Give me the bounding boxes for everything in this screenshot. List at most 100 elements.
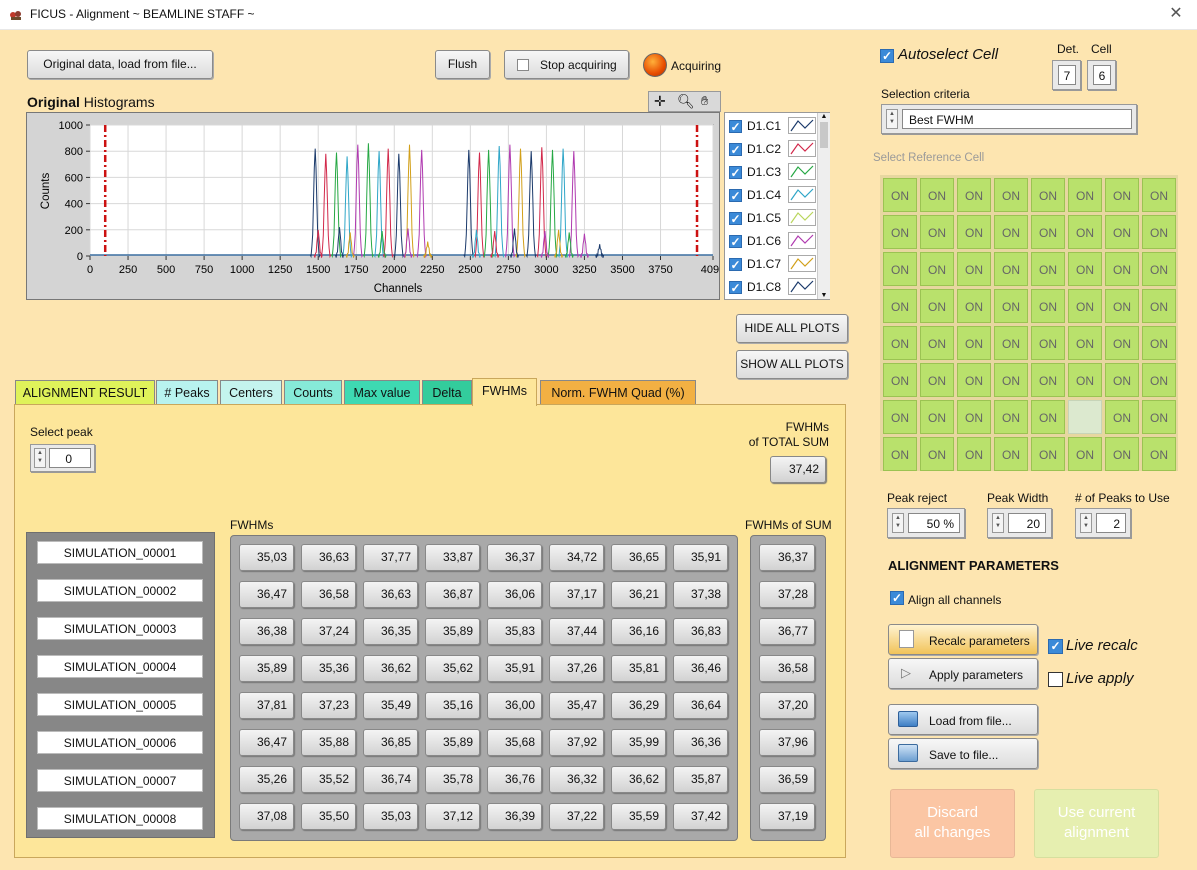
hide-all-plots-button[interactable]: HIDE ALL PLOTS [736,314,848,343]
legend-item[interactable]: D1.C5 [729,208,819,228]
tab-1[interactable]: # Peaks [156,380,218,405]
pan-hand-icon[interactable]: ✋︎ [701,93,708,109]
tab-5[interactable]: Delta [422,380,472,405]
tab-7[interactable]: Norm. FWHM Quad (%) [540,380,696,405]
reference-cell-toggle[interactable] [1068,400,1102,434]
reference-cell-toggle[interactable]: ON [883,178,917,212]
reference-cell-toggle[interactable]: ON [957,326,991,360]
selection-criteria-spinner[interactable]: ▲ ▼ [886,109,898,129]
legend-checkbox[interactable] [729,212,742,225]
reference-cell-toggle[interactable]: ON [1031,178,1065,212]
reference-cell-toggle[interactable]: ON [1105,215,1139,249]
peaks-to-use-control[interactable]: ▲ ▼ 2 [1075,508,1131,538]
reference-cell-toggle[interactable]: ON [1142,289,1176,323]
align-all-checkbox[interactable] [890,591,904,605]
live-recalc-checkbox[interactable] [1048,639,1063,654]
reference-cell-toggle[interactable]: ON [1105,400,1139,434]
reference-cell-toggle[interactable]: ON [1105,363,1139,397]
reference-cell-toggle[interactable]: ON [920,363,954,397]
reference-cell-toggle[interactable]: ON [1142,215,1176,249]
reference-cell-toggle[interactable]: ON [1068,289,1102,323]
reference-cell-toggle[interactable]: ON [994,289,1028,323]
tab-0[interactable]: ALIGNMENT RESULT [15,380,155,405]
stop-acquiring-button[interactable]: Stop acquiring [504,50,629,79]
reference-cell-toggle[interactable]: ON [920,215,954,249]
close-icon[interactable]: ✕ [1163,2,1189,26]
reference-cell-toggle[interactable]: ON [920,178,954,212]
reference-cell-toggle[interactable]: ON [957,400,991,434]
live-apply-checkbox[interactable] [1048,672,1063,687]
reference-cell-toggle[interactable]: ON [920,326,954,360]
legend-item[interactable]: D1.C2 [729,139,819,159]
legend-checkbox[interactable] [729,120,742,133]
reference-cell-toggle[interactable]: ON [1105,437,1139,471]
recalc-parameters-button[interactable]: Recalc parameters [888,624,1038,655]
reference-cell-toggle[interactable]: ON [1031,215,1065,249]
reference-cell-toggle[interactable]: ON [920,400,954,434]
tab-4[interactable]: Max value [344,380,420,405]
reference-cell-toggle[interactable]: ON [883,363,917,397]
reference-cell-toggle[interactable]: ON [957,178,991,212]
select-peak-input[interactable]: 0 [49,448,91,468]
reference-cell-toggle[interactable]: ON [1031,326,1065,360]
tab-3[interactable]: Counts [284,380,342,405]
legend-item[interactable]: D1.C6 [729,231,819,251]
show-all-plots-button[interactable]: SHOW ALL PLOTS [736,350,848,379]
use-current-alignment-button[interactable]: Use current alignment [1034,789,1159,858]
reference-cell-toggle[interactable]: ON [994,252,1028,286]
legend-item[interactable]: D1.C7 [729,254,819,274]
reference-cell-toggle[interactable]: ON [883,437,917,471]
reference-cell-toggle[interactable]: ON [994,215,1028,249]
reference-cell-toggle[interactable]: ON [1068,252,1102,286]
apply-parameters-button[interactable]: ▷ Apply parameters [888,658,1038,689]
reference-cell-toggle[interactable]: ON [994,437,1028,471]
reference-cell-toggle[interactable]: ON [994,326,1028,360]
reference-cell-toggle[interactable]: ON [1142,363,1176,397]
reference-cell-toggle[interactable]: ON [883,326,917,360]
reference-cell-toggle[interactable]: ON [1068,437,1102,471]
reference-cell-toggle[interactable]: ON [994,363,1028,397]
legend-item[interactable]: D1.C8 [729,277,819,297]
reference-cell-toggle[interactable]: ON [1105,289,1139,323]
legend-checkbox[interactable] [729,143,742,156]
peak-width-control[interactable]: ▲ ▼ 20 [987,508,1052,538]
tab-2[interactable]: Centers [220,380,282,405]
reference-cell-toggle[interactable]: ON [1068,215,1102,249]
reference-cell-toggle[interactable]: ON [957,363,991,397]
reference-cell-toggle[interactable]: ON [1031,252,1065,286]
peak-reject-control[interactable]: ▲ ▼ 50 % [887,508,965,538]
reference-cell-toggle[interactable]: ON [920,289,954,323]
legend-checkbox[interactable] [729,235,742,248]
autoselect-checkbox[interactable] [880,49,894,63]
reference-cell-toggle[interactable]: ON [883,215,917,249]
peaks-to-use-spinner[interactable]: ▲ ▼ [1080,513,1092,533]
legend-item[interactable]: D1.C3 [729,162,819,182]
peaks-to-use-input[interactable]: 2 [1096,513,1126,533]
legend-item[interactable]: D1.C1 [729,116,819,136]
save-to-file-button[interactable]: Save to file... [888,738,1038,769]
reference-cell-toggle[interactable]: ON [1068,363,1102,397]
reference-cell-toggle[interactable]: ON [1105,252,1139,286]
peak-reject-input[interactable]: 50 % [908,513,960,533]
reference-cell-toggle[interactable]: ON [920,252,954,286]
crosshair-icon[interactable]: ✛ [654,93,666,110]
reference-cell-toggle[interactable]: ON [883,252,917,286]
reference-cell-toggle[interactable]: ON [883,400,917,434]
legend-item[interactable]: D1.C4 [729,185,819,205]
reference-cell-toggle[interactable]: ON [957,437,991,471]
reference-cell-toggle[interactable]: ON [994,400,1028,434]
select-peak-control[interactable]: ▲ ▼ 0 [30,444,95,472]
reference-cell-toggle[interactable]: ON [920,437,954,471]
peak-width-input[interactable]: 20 [1008,513,1046,533]
reference-cell-toggle[interactable]: ON [1142,252,1176,286]
reference-cell-toggle[interactable]: ON [1031,400,1065,434]
discard-changes-button[interactable]: Discard all changes [890,789,1015,858]
legend-checkbox[interactable] [729,281,742,294]
reference-cell-toggle[interactable]: ON [1142,437,1176,471]
reference-cell-toggle[interactable]: ON [1068,178,1102,212]
reference-cell-toggle[interactable]: ON [1105,178,1139,212]
load-original-button[interactable]: Original data, load from file... [27,50,213,79]
peak-width-spinner[interactable]: ▲ ▼ [992,513,1004,533]
reference-cell-toggle[interactable]: ON [1031,437,1065,471]
reference-cell-toggle[interactable]: ON [1142,400,1176,434]
